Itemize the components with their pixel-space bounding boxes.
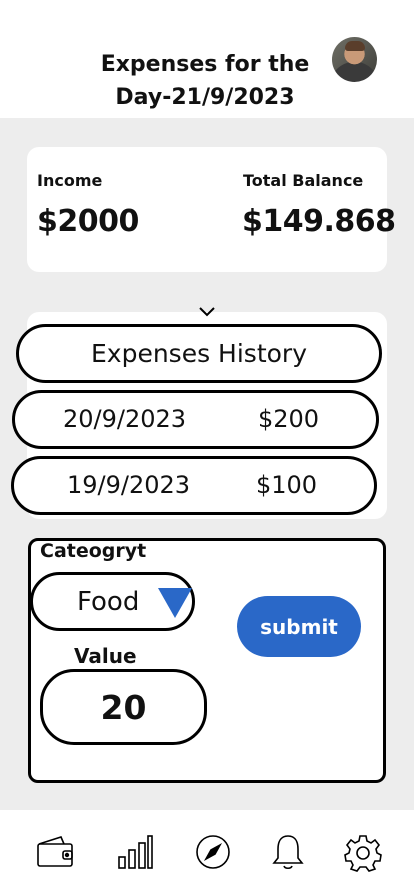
chevron-down-icon[interactable] <box>197 303 217 319</box>
balance-label: Total Balance <box>243 171 364 190</box>
balance-card: Income $2000 Total Balance $149.868 <box>27 147 396 272</box>
value-text: 20 <box>100 687 147 727</box>
history-date: 20/9/2023 <box>63 405 187 433</box>
page-title: Expenses for the Day-21/9/2023 <box>100 52 310 110</box>
balance-value: $149.868 <box>242 204 396 239</box>
submit-button[interactable]: submit <box>237 596 361 657</box>
category-value: Food <box>77 587 140 617</box>
compass-icon[interactable] <box>193 832 233 872</box>
value-input[interactable]: 20 <box>40 669 207 745</box>
history-row[interactable]: 20/9/2023 $200 <box>12 390 379 449</box>
wallet-icon[interactable] <box>35 832 75 872</box>
bell-icon[interactable] <box>268 832 308 872</box>
history-amount: $100 <box>256 471 318 499</box>
header: Expenses for the Day-21/9/2023 <box>0 0 414 118</box>
history-date: 19/9/2023 <box>67 471 191 499</box>
income-value: $2000 <box>37 204 139 239</box>
expenses-history-title: Expenses History <box>90 339 307 368</box>
gear-icon[interactable] <box>343 832 383 872</box>
income-label: Income <box>37 171 103 190</box>
value-label: Value <box>74 644 137 668</box>
bar-chart-icon[interactable] <box>115 832 155 872</box>
category-select[interactable]: Food <box>30 572 195 631</box>
history-amount: $200 <box>258 405 320 433</box>
avatar[interactable] <box>332 37 377 82</box>
history-row[interactable]: 19/9/2023 $100 <box>11 456 377 515</box>
category-label: Cateogryt <box>40 540 147 562</box>
dropdown-triangle-icon[interactable] <box>158 588 192 618</box>
bottom-nav <box>0 810 414 896</box>
expenses-history-header[interactable]: Expenses History <box>16 324 382 383</box>
